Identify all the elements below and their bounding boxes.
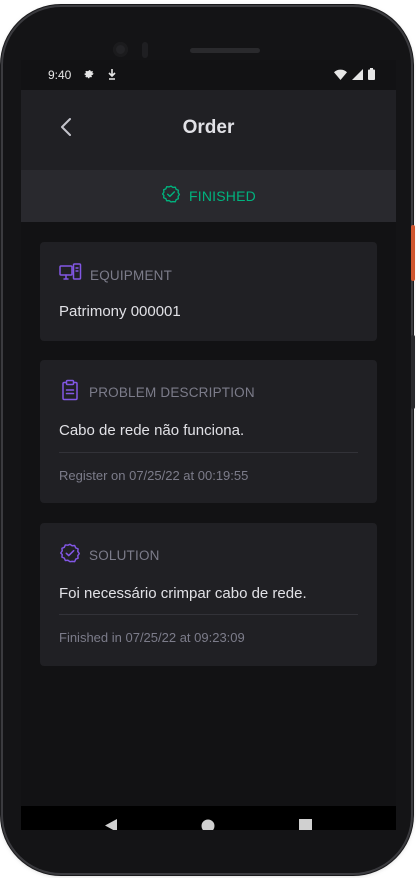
circle-wavy-check-icon: [59, 542, 81, 569]
status-bar: 9:40: [21, 60, 396, 90]
cellular-signal-icon: [352, 68, 363, 83]
front-camera: [113, 42, 128, 57]
problem-card-header: PROBLEM DESCRIPTION: [59, 379, 255, 406]
wifi-icon: [334, 69, 347, 83]
equipment-card-title: EQUIPMENT: [90, 267, 173, 283]
settings-icon: [83, 68, 95, 83]
nav-recents-button[interactable]: [285, 806, 325, 830]
system-nav-bar: [21, 806, 396, 830]
solution-value: Foi necessário crimpar cabo de rede.: [59, 585, 307, 602]
status-banner: FINISHED: [21, 170, 396, 222]
square-recents-icon: [298, 819, 312, 830]
register-date: Register on 07/25/22 at 00:19:55: [59, 468, 249, 483]
earpiece-speaker: [190, 48, 260, 53]
screen: 9:40 Order FINISHED EQUIPMENT Patrimony …: [21, 60, 396, 830]
solution-card-header: SOLUTION: [59, 542, 160, 569]
problem-card-title: PROBLEM DESCRIPTION: [89, 385, 255, 400]
header: Order: [21, 90, 396, 170]
equipment-card: EQUIPMENT Patrimony 000001: [40, 242, 377, 341]
status-time: 9:40: [48, 68, 72, 82]
circle-home-icon: [201, 819, 215, 830]
status-label: FINISHED: [189, 188, 256, 204]
download-icon: [107, 68, 117, 83]
page-title: Order: [182, 117, 235, 138]
nav-back-button[interactable]: [91, 806, 131, 830]
problem-description-value: Cabo de rede não funciona.: [59, 422, 245, 439]
sensor: [142, 42, 148, 58]
divider: [59, 452, 358, 453]
power-button: [411, 225, 415, 281]
nav-home-button[interactable]: [188, 806, 228, 830]
solution-card-title: SOLUTION: [89, 548, 160, 563]
finished-date: Finished in 07/25/22 at 09:23:09: [59, 630, 245, 645]
desktop-tower-icon: [59, 263, 82, 287]
equipment-card-header: EQUIPMENT: [59, 263, 172, 287]
circle-wavy-check-icon: [161, 184, 181, 209]
battery-icon: [368, 68, 375, 83]
triangle-back-icon: [104, 818, 118, 830]
volume-button: [411, 335, 415, 409]
problem-card: PROBLEM DESCRIPTION Cabo de rede não fun…: [40, 360, 377, 503]
equipment-value: Patrimony 000001: [59, 303, 181, 320]
clipboard-text-icon: [59, 379, 81, 406]
divider: [59, 614, 358, 615]
solution-card: SOLUTION Foi necessário crimpar cabo de …: [40, 523, 377, 666]
